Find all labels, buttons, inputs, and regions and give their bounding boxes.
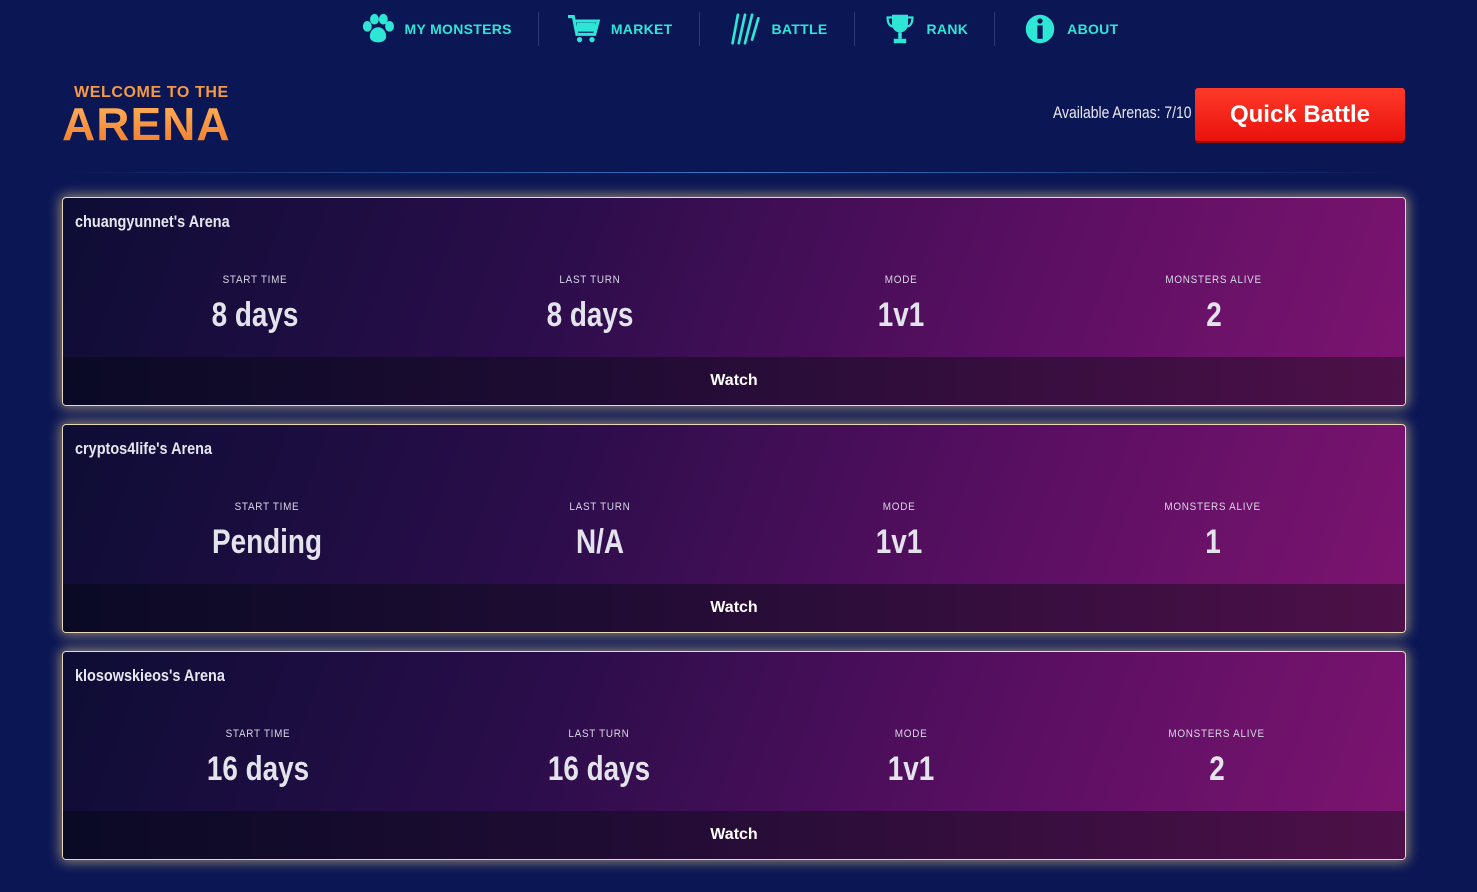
stat-label: START TIME bbox=[222, 274, 288, 286]
stat-label: LAST TURN bbox=[569, 501, 631, 513]
arena-card-title: klosowskieos's Arena bbox=[75, 666, 225, 685]
arena-card: klosowskieos's Arena START TIME 16 days … bbox=[62, 651, 1406, 860]
last-turn-stat: LAST TURN 16 days bbox=[469, 724, 729, 789]
watch-button[interactable]: Watch bbox=[63, 811, 1405, 859]
nav-rank[interactable]: RANK bbox=[855, 11, 995, 47]
claw-icon bbox=[726, 12, 764, 46]
arena-title: ARENA bbox=[62, 98, 231, 150]
stat-label: LAST TURN bbox=[568, 728, 630, 740]
start-time-stat: START TIME Pending bbox=[137, 497, 397, 562]
monsters-alive-stat: MONSTERS ALIVE 2 bbox=[1087, 724, 1347, 789]
stat-label: MONSTERS ALIVE bbox=[1164, 501, 1262, 513]
quick-battle-button[interactable]: Quick Battle bbox=[1195, 88, 1405, 141]
arena-logo: WELCOME TO THE ARENA bbox=[62, 84, 231, 150]
top-nav: MY MONSTERS MARKET BATTLE RANK ABOUT bbox=[0, 0, 1477, 58]
stat-label: MODE bbox=[884, 274, 918, 286]
watch-button[interactable]: Watch bbox=[63, 357, 1405, 405]
stat-value: 2 bbox=[1209, 750, 1225, 788]
stat-value: 8 days bbox=[546, 296, 634, 334]
arena-list: chuangyunnet's Arena START TIME 8 days L… bbox=[62, 197, 1406, 878]
stat-label: START TIME bbox=[234, 501, 300, 513]
nav-label: ABOUT bbox=[1067, 21, 1119, 37]
stat-label: MODE bbox=[882, 501, 916, 513]
stat-value: 16 days bbox=[206, 750, 310, 788]
stat-label: START TIME bbox=[225, 728, 291, 740]
stat-value: 2 bbox=[1206, 296, 1222, 334]
stat-label: MONSTERS ALIVE bbox=[1168, 728, 1266, 740]
stat-value: N/A bbox=[575, 523, 625, 561]
stat-label: MONSTERS ALIVE bbox=[1165, 274, 1263, 286]
nav-label: MARKET bbox=[610, 21, 673, 37]
nav-market[interactable]: MARKET bbox=[539, 11, 699, 47]
trophy-icon bbox=[881, 12, 919, 46]
arena-card-title: chuangyunnet's Arena bbox=[75, 212, 230, 231]
arena-card: cryptos4life's Arena START TIME Pending … bbox=[62, 424, 1406, 633]
info-icon bbox=[1021, 12, 1059, 46]
stat-value: 1 bbox=[1205, 523, 1221, 561]
start-time-stat: START TIME 16 days bbox=[128, 724, 388, 789]
cart-icon bbox=[565, 12, 603, 46]
stat-value: 8 days bbox=[211, 296, 299, 334]
mode-stat: MODE 1v1 bbox=[769, 497, 1029, 562]
nav-label: MY MONSTERS bbox=[404, 21, 512, 37]
nav-my-monsters[interactable]: MY MONSTERS bbox=[333, 11, 538, 47]
nav-battle[interactable]: BATTLE bbox=[700, 11, 854, 47]
mode-stat: MODE 1v1 bbox=[781, 724, 1041, 789]
stat-label: MODE bbox=[894, 728, 928, 740]
header-divider bbox=[60, 172, 1406, 173]
monsters-alive-stat: MONSTERS ALIVE 2 bbox=[1084, 270, 1344, 335]
mode-stat: MODE 1v1 bbox=[771, 270, 1031, 335]
start-time-stat: START TIME 8 days bbox=[125, 270, 385, 335]
arena-card: chuangyunnet's Arena START TIME 8 days L… bbox=[62, 197, 1406, 406]
stat-value: 1v1 bbox=[875, 523, 923, 561]
nav-label: BATTLE bbox=[771, 21, 828, 37]
stat-value: 16 days bbox=[547, 750, 651, 788]
stat-value: 1v1 bbox=[877, 296, 925, 334]
monsters-alive-stat: MONSTERS ALIVE 1 bbox=[1083, 497, 1343, 562]
last-turn-stat: LAST TURN 8 days bbox=[460, 270, 720, 335]
nav-label: RANK bbox=[926, 21, 969, 37]
available-arenas: Available Arenas: 7/10 bbox=[1053, 103, 1192, 122]
last-turn-stat: LAST TURN N/A bbox=[470, 497, 730, 562]
stat-value: 1v1 bbox=[887, 750, 935, 788]
stat-value: Pending bbox=[212, 523, 322, 561]
arena-card-title: cryptos4life's Arena bbox=[75, 439, 213, 458]
paw-icon bbox=[359, 12, 397, 46]
nav-about[interactable]: ABOUT bbox=[995, 11, 1144, 47]
stat-label: LAST TURN bbox=[559, 274, 621, 286]
watch-button[interactable]: Watch bbox=[63, 584, 1405, 632]
